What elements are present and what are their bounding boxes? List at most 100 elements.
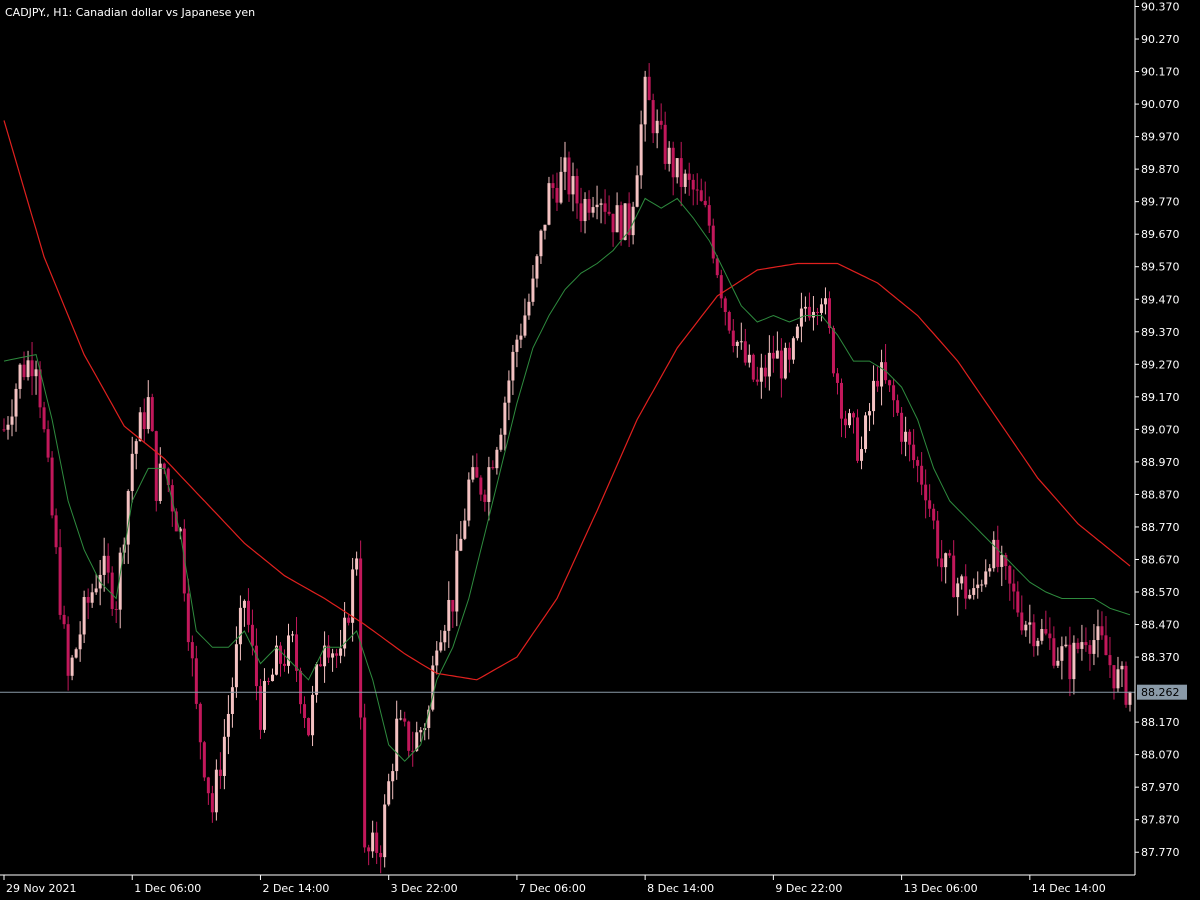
price-tick-label: 88.570	[1141, 586, 1180, 599]
candle-body	[956, 583, 960, 598]
candle-body	[114, 608, 118, 610]
candle-body	[912, 444, 916, 461]
candle-body	[282, 663, 286, 666]
candle-body	[10, 416, 14, 425]
candle-body	[787, 347, 791, 360]
candle-body	[916, 460, 920, 466]
candle-body	[339, 648, 343, 656]
candle-body	[234, 644, 238, 688]
candle-body	[683, 173, 687, 187]
candle-body	[659, 120, 663, 125]
candle-body	[968, 594, 972, 599]
candle-body	[351, 569, 355, 623]
candle-body	[475, 467, 479, 478]
candle-body	[399, 718, 403, 720]
candle-body	[775, 350, 779, 359]
candle-body	[743, 341, 747, 363]
candle-body	[1056, 660, 1060, 666]
candle-body	[246, 600, 250, 625]
candle-body	[948, 553, 952, 556]
price-tick-label: 89.970	[1141, 131, 1180, 144]
candle-body	[960, 576, 964, 584]
candle-body	[924, 484, 928, 501]
candle-body	[711, 225, 715, 259]
candle-body	[439, 642, 443, 651]
candle-body	[1064, 644, 1068, 647]
price-tick-label: 89.470	[1141, 293, 1180, 306]
candle-body	[579, 203, 583, 222]
candle-body	[819, 304, 823, 313]
candle-body	[843, 418, 847, 426]
candle-body	[563, 157, 567, 172]
candle-body	[876, 380, 880, 387]
candle-body	[771, 352, 775, 359]
candle-body	[295, 634, 299, 671]
price-tick-label: 90.070	[1141, 98, 1180, 111]
candle-body	[527, 301, 531, 316]
candle-body	[154, 431, 158, 501]
candle-body	[519, 335, 523, 340]
price-tick-label: 89.370	[1141, 326, 1180, 339]
candle-body	[467, 479, 471, 521]
candle-body	[455, 550, 459, 612]
candle-body	[727, 312, 731, 331]
candle-body	[908, 431, 912, 445]
candle-body	[6, 424, 10, 430]
candle-body	[1112, 665, 1116, 689]
candle-body	[58, 547, 62, 615]
candle-body	[591, 207, 595, 213]
price-chart[interactable]: 90.370 90.270 90.170 90.070 89.970 89.870 89.7…	[0, 0, 1200, 900]
candle-body	[194, 658, 198, 704]
candle-body	[274, 645, 278, 675]
candle-body	[920, 465, 924, 485]
candle-body	[852, 413, 856, 418]
candle-body	[695, 189, 699, 191]
candle-body	[142, 412, 146, 430]
candle-body	[242, 600, 246, 608]
candle-body	[856, 417, 860, 461]
candle-body	[868, 411, 872, 416]
candle-body	[1072, 642, 1076, 680]
candle-body	[1016, 591, 1020, 613]
candle-body	[1032, 622, 1036, 647]
candle-body	[90, 592, 94, 603]
price-tick-label: 88.470	[1141, 619, 1180, 632]
candle-body	[755, 379, 759, 382]
candle-body	[1012, 583, 1016, 592]
candle-body	[303, 704, 307, 719]
candle-body	[904, 431, 908, 442]
candle-body	[1108, 655, 1112, 666]
candle-body	[739, 341, 743, 343]
candle-body	[335, 653, 339, 656]
candle-body	[74, 649, 78, 658]
candle-body	[691, 179, 695, 190]
price-tick-label: 89.770	[1141, 196, 1180, 209]
candle-body	[2, 429, 6, 431]
candle-body	[419, 730, 423, 733]
candle-body	[22, 364, 26, 378]
candle-body	[162, 463, 166, 469]
candle-body	[944, 553, 948, 568]
candle-body	[367, 847, 371, 852]
price-tick-label: 88.670	[1141, 553, 1180, 566]
candle-body	[311, 694, 315, 736]
candle-body	[1036, 640, 1040, 647]
price-tick-label: 87.770	[1141, 846, 1180, 859]
candle-body	[607, 211, 611, 214]
candle-body	[266, 681, 270, 683]
candle-body	[900, 412, 904, 442]
candle-body	[1120, 665, 1124, 670]
candle-body	[779, 350, 783, 379]
candle-body	[723, 298, 727, 313]
candle-body	[888, 380, 892, 386]
candle-body	[1060, 646, 1064, 661]
candle-body	[635, 175, 639, 207]
candle-body	[447, 599, 451, 631]
candle-body	[1044, 629, 1048, 634]
candle-body	[647, 76, 651, 101]
candle-body	[551, 183, 555, 188]
candle-body	[587, 198, 591, 213]
price-tick-label: 89.170	[1141, 391, 1180, 404]
candle-body	[611, 213, 615, 233]
candle-body	[896, 400, 900, 413]
